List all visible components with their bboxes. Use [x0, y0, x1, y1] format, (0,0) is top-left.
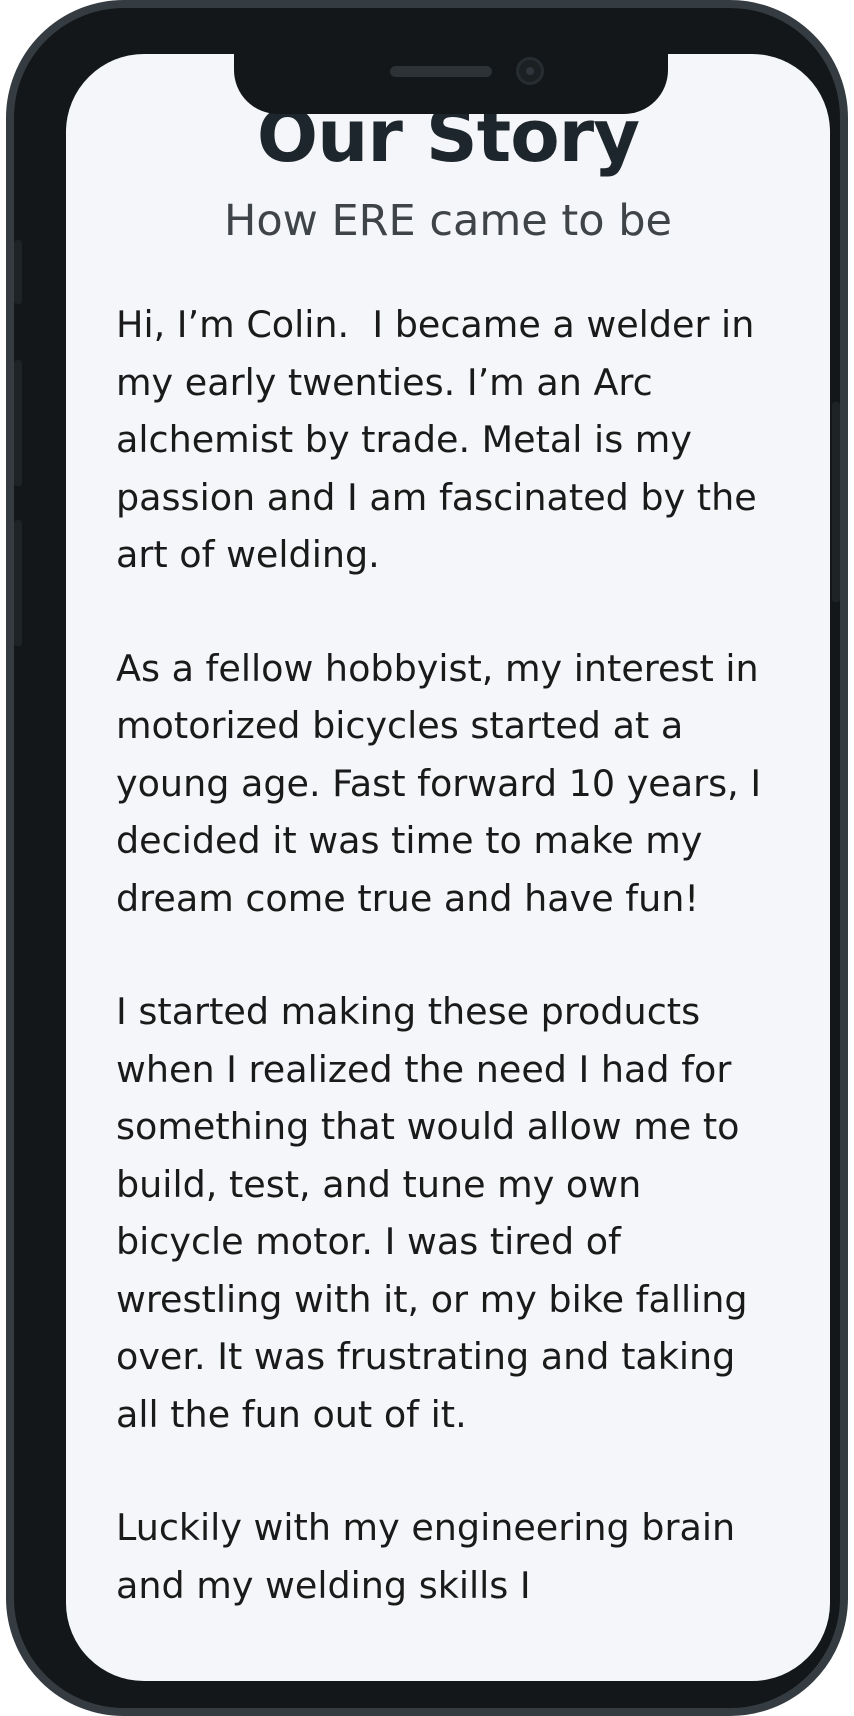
speaker-icon — [390, 66, 492, 77]
camera-icon — [516, 57, 544, 85]
silent-switch — [14, 240, 22, 304]
story-paragraph: As a fellow hobbyist, my interest in mot… — [116, 646, 773, 920]
screen[interactable]: Our Story How ERE came to be Hi, I’m Col… — [66, 54, 830, 1681]
story-paragraph: Hi, I’m Colin. I became a welder in my e… — [116, 303, 769, 576]
story-paragraph: Luckily with my engineering brain and my… — [116, 1506, 747, 1607]
page-content: Our Story How ERE came to be Hi, I’m Col… — [66, 54, 830, 1670]
volume-down-button — [14, 520, 22, 646]
power-button — [832, 402, 840, 602]
notch — [234, 54, 668, 114]
story-body: Hi, I’m Colin. I became a welder in my e… — [116, 296, 780, 1614]
phone-frame: Our Story How ERE came to be Hi, I’m Col… — [6, 0, 848, 1716]
volume-up-button — [14, 360, 22, 486]
page-subtitle: How ERE came to be — [224, 196, 672, 246]
story-paragraph: I started making these products when I r… — [116, 990, 760, 1436]
